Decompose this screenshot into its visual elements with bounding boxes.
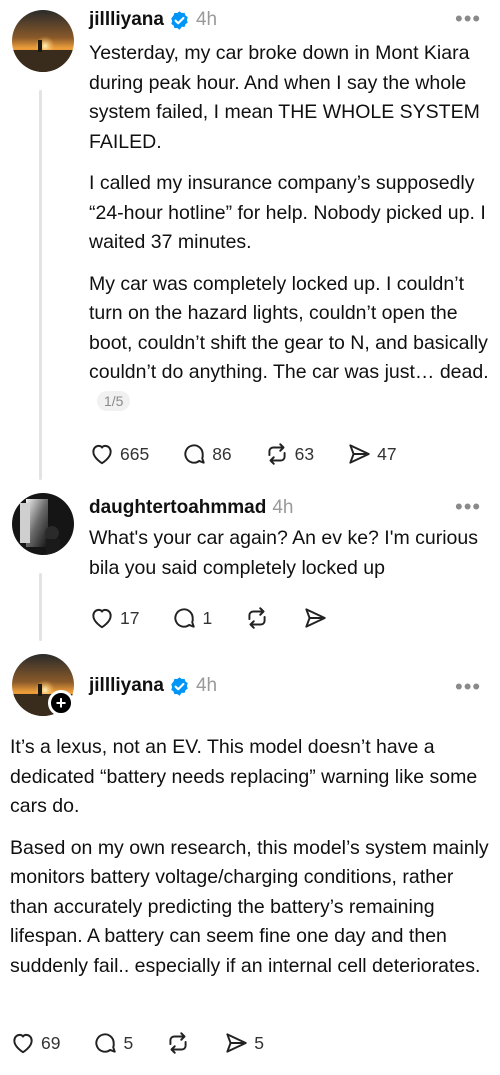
repost-button[interactable]: 63 <box>264 441 314 467</box>
reply-count: 86 <box>212 443 232 464</box>
more-dots-icon[interactable]: ••• <box>455 676 481 698</box>
send-icon <box>226 1033 247 1053</box>
comment-icon <box>184 444 205 464</box>
username[interactable]: daughtertoahmmad <box>89 497 266 519</box>
verified-badge-icon <box>171 10 188 30</box>
repost-button[interactable] <box>244 605 270 631</box>
timestamp: 4h <box>195 9 218 30</box>
like-count: 69 <box>41 1032 61 1053</box>
post-paragraph: My car was completely locked up. I could… <box>89 270 489 418</box>
reply-count: 5 <box>123 1032 134 1053</box>
pagination-badge[interactable]: 1/5 <box>97 390 131 411</box>
thread-line <box>39 90 42 480</box>
post-body: Yesterday, my car broke down in Mont Kia… <box>89 39 489 429</box>
repost-icon <box>248 607 266 629</box>
avatar[interactable] <box>12 493 74 555</box>
like-button[interactable]: 69 <box>10 1030 60 1056</box>
post-paragraph: Yesterday, my car broke down in Mont Kia… <box>89 42 480 153</box>
share-button[interactable]: 47 <box>346 441 397 467</box>
more-dots-icon[interactable]: ••• <box>455 8 481 30</box>
post-header: daughtertoahmmad 4h <box>89 494 294 522</box>
send-icon <box>349 444 370 464</box>
action-bar: 69 5 5 <box>10 1028 296 1058</box>
username[interactable]: jillliyana <box>89 675 164 697</box>
heart-icon <box>13 1033 33 1054</box>
timestamp: 4h <box>272 497 294 518</box>
reply-button[interactable]: 5 <box>92 1030 133 1056</box>
like-button[interactable]: 665 <box>89 441 149 467</box>
post-paragraph: Based on my own research, this model’s s… <box>10 836 489 977</box>
avatar[interactable] <box>12 10 74 72</box>
post-header: jillliyana 4h <box>89 672 217 700</box>
send-icon <box>305 608 326 628</box>
post-paragraph: What's your car again? An ev ke? I'm cur… <box>89 527 478 579</box>
timestamp: 4h <box>195 675 218 696</box>
post-paragraph: It’s a lexus, not an EV. This model does… <box>10 736 478 817</box>
post-body: It’s a lexus, not an EV. This model does… <box>10 733 490 993</box>
like-count: 665 <box>120 443 150 464</box>
repost-icon <box>169 1032 187 1054</box>
comment-icon <box>95 1033 117 1053</box>
repost-icon <box>268 443 286 465</box>
heart-icon <box>92 608 112 629</box>
more-dots-icon[interactable]: ••• <box>455 496 481 518</box>
plus-icon: + <box>55 693 67 713</box>
action-bar: 17 1 <box>89 603 360 633</box>
post-paragraph-text: My car was completely locked up. I could… <box>89 272 489 384</box>
repost-count: 63 <box>294 443 315 464</box>
thread-line <box>39 573 42 641</box>
post-paragraph: I called my insurance company’s supposed… <box>89 172 486 253</box>
reply-button[interactable]: 1 <box>171 605 212 631</box>
reply-count: 1 <box>202 607 213 628</box>
comment-icon <box>174 608 196 628</box>
heart-icon <box>92 444 112 465</box>
action-bar: 665 86 63 47 <box>89 439 429 469</box>
repost-button[interactable] <box>165 1030 191 1056</box>
username[interactable]: jillliyana <box>89 9 164 31</box>
verified-badge-icon <box>171 676 188 696</box>
post-body: What's your car again? An ev ke? I'm cur… <box>89 524 494 595</box>
post-header: jillliyana 4h <box>89 6 217 34</box>
follow-plus-button[interactable]: + <box>48 690 74 716</box>
reply-button[interactable]: 86 <box>181 441 232 467</box>
share-button[interactable]: 5 <box>223 1030 264 1056</box>
like-button[interactable]: 17 <box>89 605 139 631</box>
share-count: 47 <box>377 443 397 464</box>
share-count: 5 <box>254 1032 264 1053</box>
share-button[interactable] <box>302 605 328 631</box>
like-count: 17 <box>120 607 140 628</box>
